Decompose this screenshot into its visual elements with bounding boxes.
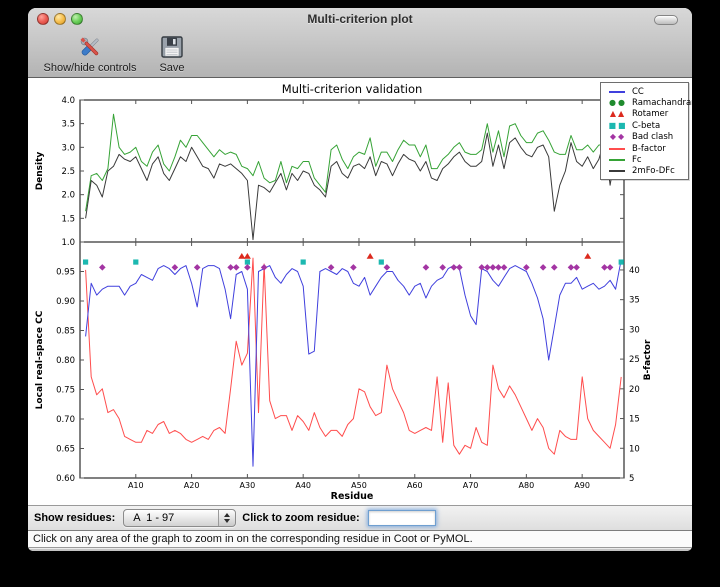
x-tick-label: A90 [574, 481, 590, 490]
window-header: Multi-criterion plot [28, 8, 692, 78]
window-title: Multi-criterion plot [28, 8, 692, 30]
tools-icon [76, 33, 104, 61]
status-bar: Click on any area of the graph to zoom i… [28, 530, 692, 548]
cc-tick-label: 0.60 [56, 474, 75, 484]
bfactor-tick-label: 20 [629, 385, 640, 395]
legend-label: C-beta [632, 121, 660, 131]
legend-label: Rotamer [632, 109, 668, 119]
bfactor-tick-label: 15 [629, 415, 640, 425]
title-bar[interactable]: Multi-criterion plot [28, 8, 692, 30]
density-tick-label: 1.0 [61, 238, 75, 248]
plot-canvas[interactable]: Multi-criterion validation Density Local r… [28, 78, 692, 505]
chain-range-value: A 1 - 97 [124, 512, 218, 524]
legend-circle-icon: ●● [605, 99, 629, 107]
density-tick-label: 2.5 [61, 167, 75, 177]
bfactor-tick-label: 10 [629, 444, 640, 454]
legend-label: B-factor [632, 144, 666, 154]
legend-label: Bad clash [632, 132, 673, 142]
x-tick-label: A70 [463, 481, 479, 490]
save-button[interactable]: Save [150, 30, 194, 74]
density-axis-label: Density [35, 152, 45, 191]
density-tick-label: 2.0 [61, 191, 75, 201]
cc-axis-label: Local real-space CC [35, 310, 45, 409]
legend-line-swatch [605, 148, 629, 150]
toolbar: Show/hide controls Save [28, 30, 692, 78]
zoom-residue-input[interactable] [368, 510, 436, 526]
bfactor-axis-label: B-factor [643, 339, 653, 380]
x-tick-label: A80 [519, 481, 535, 490]
x-tick-label: A10 [128, 481, 144, 490]
toolbar-button-label: Show/hide controls [44, 62, 137, 74]
bfactor-tick-label: 35 [629, 296, 640, 306]
cc-tick-label: 0.85 [56, 327, 75, 337]
legend-item-bad-clash: ◆◆Bad clash [605, 132, 685, 143]
save-icon [158, 33, 186, 61]
plot-click-area[interactable] [80, 100, 624, 478]
legend-label: Fc [632, 155, 642, 165]
cc-tick-label: 0.80 [56, 356, 75, 366]
legend-line-swatch [605, 170, 629, 172]
x-tick-label: A30 [240, 481, 256, 490]
legend-item-c-beta: ■■C-beta [605, 120, 685, 131]
bfactor-tick-label: 5 [629, 474, 634, 484]
window-footer [28, 549, 692, 551]
bfactor-tick-label: 30 [629, 325, 640, 335]
bfactor-tick-label: 25 [629, 355, 640, 365]
legend-diamond-icon: ◆◆ [605, 133, 629, 141]
legend-item-b-factor: B-factor [605, 143, 685, 154]
cc-tick-label: 0.70 [56, 415, 75, 425]
legend-square-icon: ■■ [605, 122, 629, 130]
multi-criterion-plot[interactable]: Multi-criterion validation Density Local r… [28, 78, 692, 505]
zoom-residue-label: Click to zoom residue: [242, 512, 359, 524]
bfactor-tick-label: 40 [629, 266, 640, 276]
app-window: Multi-criterion plot [28, 8, 692, 551]
legend-item-cc: CC [605, 86, 685, 97]
legend-line-swatch [605, 159, 629, 161]
x-tick-label: A60 [407, 481, 423, 490]
plot-legend: CC●●Ramachandran▲▲Rotamer■■C-beta◆◆Bad c… [600, 82, 689, 180]
control-bar: Show residues: A 1 - 97 Click to zoom re… [28, 505, 692, 530]
density-tick-label: 3.0 [61, 143, 75, 153]
legend-item-fc: Fc [605, 154, 685, 165]
legend-triangle-icon: ▲▲ [605, 110, 629, 118]
legend-label: CC [632, 87, 644, 97]
density-tick-label: 3.5 [61, 120, 75, 130]
legend-label: Ramachandran [632, 98, 692, 108]
show-hide-controls-button[interactable]: Show/hide controls [34, 30, 146, 74]
legend-item-ramachandran: ●●Ramachandran [605, 97, 685, 108]
legend-item-rotamer: ▲▲Rotamer [605, 109, 685, 120]
residue-axis-label: Residue [331, 491, 374, 502]
chart-title: Multi-criterion validation [282, 82, 423, 96]
cc-tick-label: 0.75 [56, 386, 75, 396]
x-tick-label: A20 [184, 481, 200, 490]
x-tick-label: A40 [295, 481, 311, 490]
legend-item-2mfo-dfc: 2mFo-DFc [605, 166, 685, 177]
density-tick-label: 4.0 [61, 96, 75, 106]
legend-label: 2mFo-DFc [632, 166, 675, 176]
density-tick-label: 1.5 [61, 214, 75, 224]
legend-line-swatch [605, 91, 629, 93]
show-residues-label: Show residues: [34, 512, 115, 524]
chain-range-select[interactable]: A 1 - 97 [123, 509, 236, 527]
toolbar-button-label: Save [159, 62, 184, 74]
x-tick-label: A50 [351, 481, 367, 490]
toolbar-toggle-pill-button[interactable] [654, 15, 678, 25]
select-stepper-icon[interactable] [218, 510, 235, 526]
cc-tick-label: 0.95 [56, 268, 75, 278]
cc-tick-label: 0.65 [56, 445, 75, 455]
cc-tick-label: 0.90 [56, 297, 75, 307]
